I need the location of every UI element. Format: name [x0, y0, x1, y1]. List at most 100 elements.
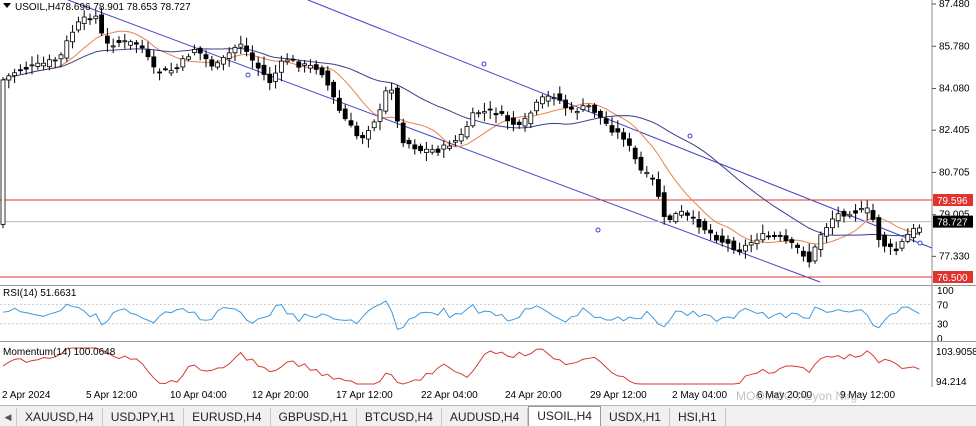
candle-body — [145, 49, 151, 58]
candle-body — [87, 18, 93, 21]
candle-body — [93, 15, 99, 20]
candle-body — [365, 130, 371, 140]
candle-body — [551, 97, 557, 100]
channel-anchor-handle[interactable] — [687, 133, 693, 139]
candle-body — [882, 234, 887, 247]
candle-body — [545, 95, 551, 102]
candle-body — [180, 58, 186, 68]
candle-body — [859, 208, 864, 211]
candle-body — [296, 61, 302, 68]
tab-hsi-h1[interactable]: HSI,H1 — [670, 408, 726, 426]
channel-anchor-handle[interactable] — [245, 72, 251, 78]
candle-body — [76, 21, 81, 31]
candle-body — [830, 218, 835, 229]
tab-xauusd-h4[interactable]: XAUUSD,H4 — [17, 408, 103, 426]
time-axis-label: 17 Apr 12:00 — [336, 390, 393, 401]
tab-audusd-h4[interactable]: AUDUSD,H4 — [442, 408, 529, 426]
candle-body — [818, 234, 824, 250]
candle-body — [911, 228, 916, 239]
candle-body — [406, 139, 412, 145]
time-axis-label: 12 Apr 20:00 — [252, 390, 309, 401]
watermark: MOOMOO ÞEyon Nirg — [736, 389, 858, 403]
candle-body — [348, 120, 354, 126]
momentum-axis: 103.9058 94.214 — [936, 347, 976, 387]
candle-body — [412, 144, 418, 150]
candle-body — [870, 210, 876, 220]
candle-body — [679, 211, 684, 216]
candle-body — [331, 81, 337, 98]
candle-body — [516, 121, 522, 125]
candle-body — [760, 233, 766, 241]
candle-body — [128, 41, 134, 46]
candle-body — [714, 234, 719, 241]
candle-body — [377, 109, 383, 122]
tab-usdx-h1[interactable]: USDX,H1 — [601, 408, 670, 426]
candle-body — [23, 67, 29, 70]
candle-body — [598, 110, 603, 118]
candle-body — [307, 64, 313, 69]
candle-body — [452, 140, 458, 143]
tab-btcusd-h4[interactable]: BTCUSD,H4 — [357, 408, 442, 426]
candle-body — [592, 104, 597, 113]
candle-body — [661, 192, 667, 218]
candle-body — [29, 64, 35, 67]
channel-anchor-handle[interactable] — [481, 61, 487, 67]
time-axis-label: 2 Apr 2024 — [2, 390, 51, 401]
candle-body — [853, 210, 858, 214]
current-price-label: 78.727 — [937, 218, 968, 229]
candle-body — [777, 235, 783, 237]
tab-gbpusd-h1[interactable]: GBPUSD,H1 — [271, 408, 357, 426]
candle-body — [47, 59, 52, 68]
candle-body — [423, 148, 429, 153]
candle-body — [162, 68, 168, 71]
candle-body — [133, 42, 139, 45]
channel-anchor-handle[interactable] — [917, 240, 923, 246]
candle-body — [278, 60, 284, 73]
tab-eurusd-h4[interactable]: EURUSD,H4 — [184, 408, 271, 426]
candle-body — [899, 241, 905, 249]
candle-body — [888, 243, 893, 248]
candle-body — [0, 79, 6, 225]
candle-body — [220, 56, 226, 65]
candle-body — [673, 213, 679, 223]
candle-body — [116, 40, 122, 43]
candle-body — [447, 145, 453, 149]
candle-body — [168, 70, 174, 74]
time-axis-label: 2 May 04:00 — [672, 390, 728, 401]
candle-body — [615, 128, 621, 133]
time-axis-label: 29 Apr 12:00 — [590, 390, 647, 401]
channel-anchor-handle[interactable] — [595, 227, 601, 233]
candle-body — [766, 235, 771, 238]
candle-body — [580, 105, 586, 110]
candle-body — [696, 219, 702, 228]
candle-body — [325, 70, 331, 86]
candle-body — [35, 62, 41, 67]
candle-body — [122, 40, 128, 43]
momentum-panel[interactable]: 103.9058 94.214 Momentum(14) 100.0648 — [0, 342, 976, 387]
candle-body — [528, 112, 534, 125]
candle-body — [110, 45, 116, 48]
candle-body — [464, 125, 470, 138]
candle-body — [191, 49, 197, 53]
momentum-tick-label: 94.214 — [936, 377, 967, 387]
candle-body — [284, 59, 290, 63]
candle-body — [342, 108, 348, 120]
rsi-panel[interactable]: 10070300 RSI(14) 51.6631 — [0, 286, 976, 342]
candle-body — [244, 45, 250, 52]
tab-usoil-h4[interactable]: USOIL,H4 — [528, 406, 601, 426]
symbol-tab-bar: ◀ XAUUSD,H4 USDJPY,H1 EURUSD,H4 GBPUSD,H1 BT… — [0, 405, 976, 426]
candle-body — [656, 179, 661, 197]
rsi-tick-label: 100 — [937, 286, 954, 297]
triangle-left-icon[interactable]: ◀ — [0, 408, 17, 426]
price-tick-label: 80.705 — [939, 167, 970, 178]
tab-usdjpy-h1[interactable]: USDJPY,H1 — [103, 408, 185, 426]
candle-body — [667, 215, 673, 220]
candle-body — [273, 72, 279, 82]
candle-body — [470, 112, 476, 127]
level-price-label: 79.596 — [937, 196, 968, 207]
candle-body — [493, 113, 499, 116]
price-chart[interactable]: 87.48085.78084.08082.40580.70579.00577.3… — [0, 0, 976, 286]
candle-body — [772, 234, 777, 238]
candle-body — [70, 31, 75, 43]
candle-body — [557, 93, 563, 101]
